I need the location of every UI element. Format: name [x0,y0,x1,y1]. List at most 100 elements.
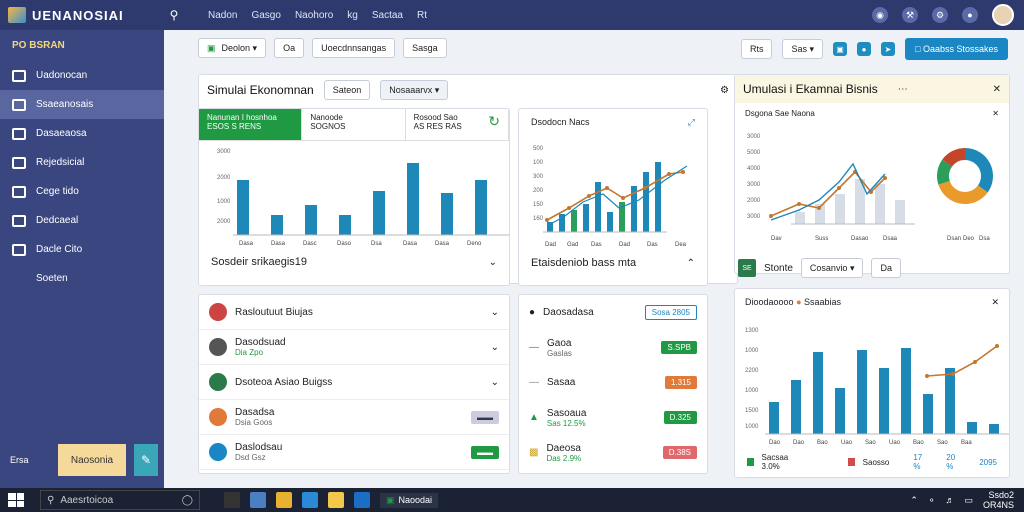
topnav-item[interactable]: kg [347,10,358,21]
notification-icon[interactable]: ● [962,7,978,23]
chevron-up-icon[interactable]: ⌃ [910,495,918,506]
panel-footer: Sosdeir srikaegis19 ⌄ [199,250,509,274]
close-icon[interactable]: ✕ [992,109,999,118]
taskbar-search[interactable]: ⚲ Aaesrtoicoa ◯ [40,490,200,510]
list-item[interactable]: Rasloutuut Biujas ⌄ [199,295,509,330]
sidebar-action-button[interactable]: Naosonia [58,444,126,476]
avatar [209,408,227,426]
user-avatar[interactable] [992,4,1014,26]
store-icon[interactable] [354,492,370,508]
clock[interactable]: Ssdo2 OR4NS [983,490,1014,510]
view-select[interactable]: ▣ Deolon ▾ [198,38,267,58]
status-badge: ▬▬ [471,445,499,459]
image-icon[interactable]: ▣ [833,42,848,56]
sidebar-item-2[interactable]: Ssaeanosais [0,90,164,119]
app-logo[interactable]: UENANOSIAI [0,7,164,23]
status-row[interactable]: — Sasaa 1.315 [519,365,707,400]
toolbar-button-3[interactable]: Sasga [403,38,447,58]
explorer-icon[interactable] [328,492,344,508]
folder-icon [12,127,26,140]
taskview-icon[interactable] [224,492,240,508]
chart-bar [643,172,649,232]
close-icon[interactable]: ✕ [991,297,999,308]
tab-sateon[interactable]: Sateon [323,80,371,100]
more-icon[interactable]: ⋯ [898,84,908,95]
topnav-item[interactable]: Nadon [208,10,237,21]
contact-button-label: Cosanvio [809,263,848,273]
stat-tab-1[interactable]: Nanunan I hosnhoa ESOS S RENS [199,109,303,140]
list-item[interactable]: Dasodsuad Dia Zpo ⌄ [199,330,509,365]
close-icon[interactable]: ✕ [993,84,1001,95]
pencil-icon[interactable]: ✎ [134,444,158,476]
edge-icon[interactable] [302,492,318,508]
settings-icon[interactable]: ⚙ [932,7,948,23]
y-tick: 500 [533,146,544,152]
battery-icon[interactable]: ▭ [964,495,973,506]
sidebar-item-1[interactable]: Uadonocan [0,61,164,90]
primary-button[interactable]: □ Oaabss Stossakes [905,38,1008,60]
sidebar-item-7[interactable]: Dacle Cito [0,235,164,264]
chevron-down-icon[interactable]: ⌄ [491,307,499,318]
toolbar-button-1[interactable]: Oa [274,38,305,58]
topnav-item[interactable]: Rt [417,10,427,21]
taskbar: ⚲ Aaesrtoicoa ◯ ▣ Naoodai ⌃ ⚬ ♬ ▭ Ssdo2 OR4N… [0,488,1024,512]
status-row[interactable]: ▩ Daeosa Das 2.9% D.38S [519,435,707,470]
legend-label: Saosso [862,457,890,467]
volume-icon[interactable]: ♬ [945,495,954,505]
toolbar-button-5[interactable]: Sas ▾ [782,39,824,59]
topnav-item[interactable]: Gasgo [251,10,280,21]
topnav-item[interactable]: Sactaa [372,10,403,21]
sidebar-item-5[interactable]: Cege tido [0,177,164,206]
list-item[interactable]: Daslodsau Dsd Gsz ▬▬ [199,435,509,470]
sidebar-item-4[interactable]: Rejedsicial [0,148,164,177]
stat-tab-3[interactable]: Rosood Sao AS RES RAS ↻ [406,109,509,140]
chevron-down-icon[interactable]: ⌄ [491,342,499,353]
settings-icon[interactable]: ⚙ [720,85,729,96]
chart-bar [835,388,845,434]
chart-icon[interactable]: ● [857,42,872,56]
x-tick: Bao [913,440,924,446]
contact-button-2[interactable]: Da [871,258,901,278]
topnav-item[interactable]: Naohoro [295,10,333,21]
chart-bar [895,200,905,224]
chart-bar [407,163,419,235]
list-item[interactable]: Dsoteoa Asiao Buigss ⌄ [199,365,509,400]
chevron-down-icon[interactable]: ⌄ [489,257,497,268]
refresh-icon[interactable]: ↻ [488,113,500,136]
share-icon[interactable]: ➤ [881,42,896,56]
footer-title: Etaisdeniob bass mta [531,257,637,269]
stat-tab-2[interactable]: Nanoode SOGNOS [302,109,406,140]
network-icon[interactable]: ⚬ [928,495,936,506]
status-row[interactable]: — Gaoa Gaslas S.SPB [519,330,707,365]
chart-bar [441,193,453,235]
toolbar-button-2[interactable]: Uoecdnnsangas [312,38,396,58]
search-icon[interactable]: ⚲ [164,8,184,22]
tab-select[interactable]: Nosaaarvx ▾ [380,80,449,100]
windows-icon[interactable] [8,493,24,507]
y-tick: 200 [533,188,544,194]
sidebar-item-6[interactable]: Dedcaeal [0,206,164,235]
list-item[interactable]: Dasadsa Dsia Goos ▬▬ [199,400,509,435]
x-tick: Dao [793,440,805,446]
status-row[interactable]: ● Daosadasa Sosa 2805 [519,295,707,330]
chevron-down-icon[interactable]: ⌄ [491,377,499,388]
app-icon[interactable] [250,492,266,508]
tool-icon[interactable]: ⚒ [902,7,918,23]
toolbar-button-4[interactable]: Rts [740,39,773,59]
x-tick: Baa [961,440,972,446]
x-tick: Dea [675,242,687,248]
status-row[interactable]: ▲ Sasoaua Sas 12.5% D.325 [519,400,707,435]
sidebar-subitem[interactable]: Soeten [0,264,164,293]
chevron-up-icon[interactable]: ⌃ [687,258,695,269]
globe-icon[interactable]: ◉ [872,7,888,23]
folder-icon[interactable] [276,492,292,508]
x-tick: Dad [545,242,556,248]
x-tick: Suss [815,236,828,242]
expand-icon[interactable]: ⤢ [688,117,695,128]
taskbar-active-app[interactable]: ▣ Naoodai [380,492,439,508]
mic-icon[interactable]: ◯ [182,495,193,506]
y-tick: 2000 [747,198,761,204]
sidebar-item-3[interactable]: Dasaeaosa [0,119,164,148]
contact-button[interactable]: Cosanvio ▾ [800,258,864,278]
y-tick: 1000 [217,199,231,205]
